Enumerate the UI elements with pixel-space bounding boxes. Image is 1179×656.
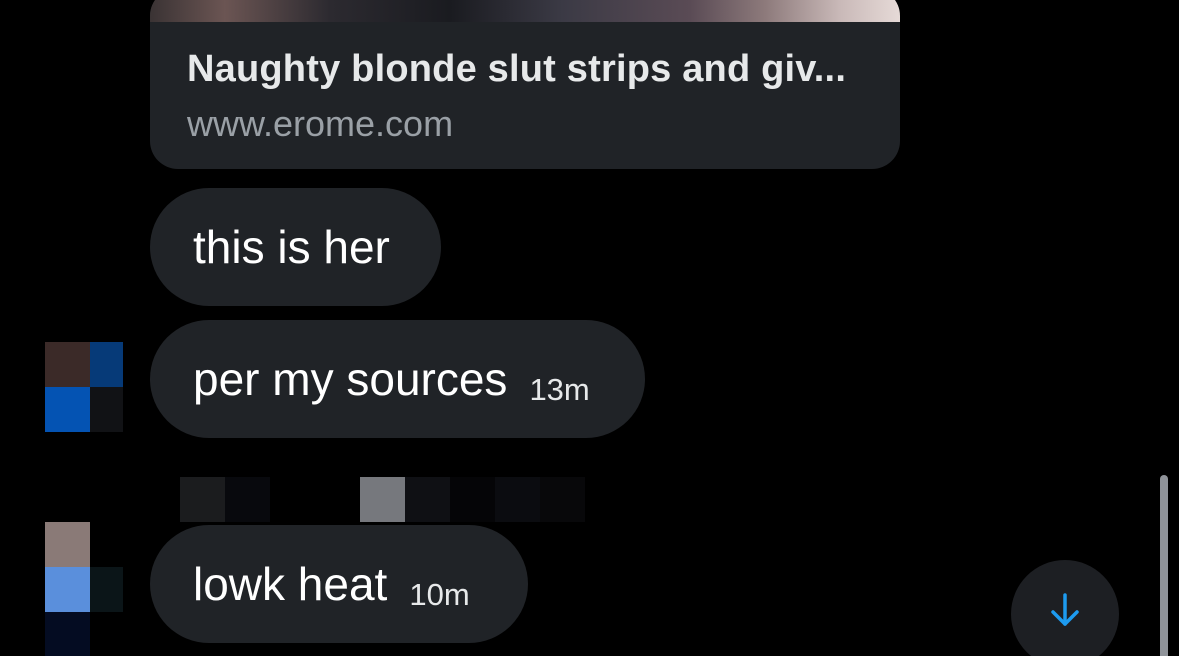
avatar-pixel: [45, 567, 90, 612]
redacted-name-pixel: [450, 477, 495, 522]
avatar-pixel: [90, 387, 123, 432]
sender-name-redacted: [180, 477, 585, 522]
link-preview-card[interactable]: Naughty blonde slut strips and giv... ww…: [150, 0, 900, 169]
avatar[interactable]: [45, 522, 123, 656]
link-preview-thumbnail[interactable]: [150, 0, 900, 22]
avatar-pixel: [90, 522, 123, 567]
redacted-name-pixel: [315, 477, 360, 522]
message-text: lowk heat: [193, 558, 388, 610]
redacted-name-pixel: [360, 477, 405, 522]
avatar-pixel: [45, 522, 90, 567]
avatar-pixel: [90, 342, 123, 387]
message-timestamp: 10m: [409, 577, 470, 612]
message-bubble[interactable]: lowk heat 10m: [150, 525, 528, 643]
avatar-pixel: [45, 612, 90, 656]
redacted-name-pixel: [540, 477, 585, 522]
redacted-name-pixel: [225, 477, 270, 522]
message-text: this is her: [193, 221, 390, 273]
redacted-name-pixel: [270, 477, 315, 522]
avatar-pixel: [90, 612, 123, 656]
redacted-name-pixel: [495, 477, 540, 522]
arrow-down-icon: [1051, 593, 1079, 626]
message-bubble[interactable]: per my sources 13m: [150, 320, 645, 438]
link-preview-title: Naughty blonde slut strips and giv...: [187, 48, 847, 90]
avatar-pixel: [45, 342, 90, 387]
avatar-pixel: [45, 387, 90, 432]
avatar-pixel: [90, 567, 123, 612]
dm-conversation: Naughty blonde slut strips and giv... ww…: [0, 0, 1179, 656]
redacted-name-pixel: [180, 477, 225, 522]
avatar[interactable]: [45, 342, 123, 432]
scroll-to-bottom-button[interactable]: [1011, 560, 1119, 656]
message-timestamp: 13m: [529, 372, 590, 407]
message-text: per my sources: [193, 353, 508, 405]
link-preview-domain: www.erome.com: [187, 103, 454, 144]
scrollbar[interactable]: [1160, 475, 1168, 656]
redacted-name-pixel: [405, 477, 450, 522]
message-bubble[interactable]: this is her: [150, 188, 441, 306]
